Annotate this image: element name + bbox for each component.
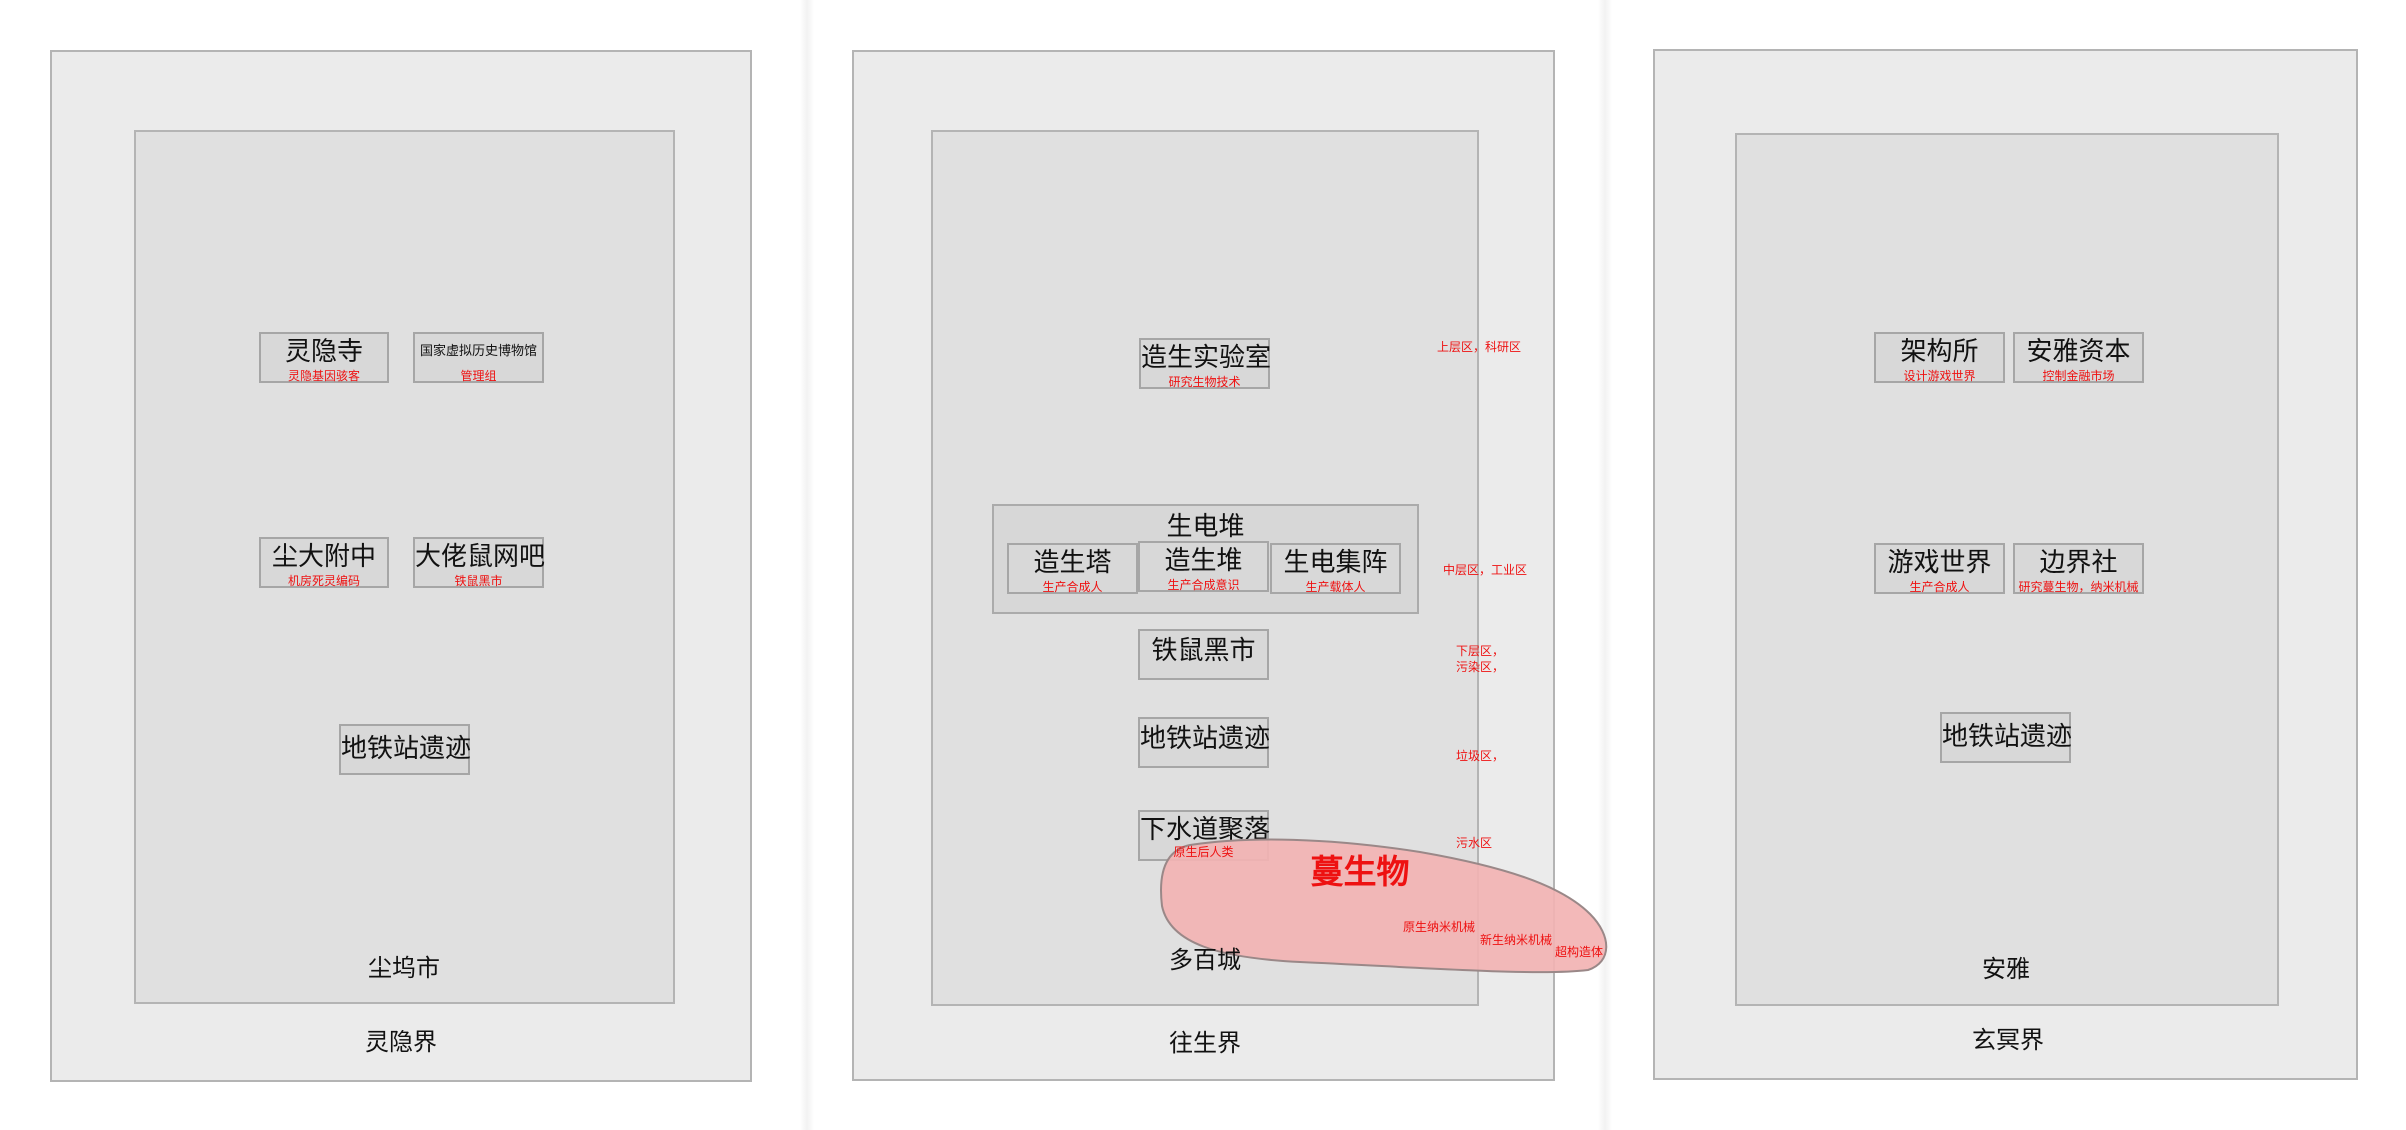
place-name: 安雅资本 — [2026, 337, 2131, 367]
vine-organism-title: 蔓生物 — [1310, 852, 1410, 891]
vine-item: 超构造体 — [1555, 945, 1604, 959]
place-subtitle: 生产合成人 — [1909, 580, 1970, 594]
realm-label: 玄冥界 — [1972, 1026, 2044, 1054]
place-subtitle: 原生后人类 — [1173, 845, 1234, 859]
vine-item: 原生纳米机械 — [1403, 920, 1476, 934]
zone-annotation: 下层区， 污染区， — [1456, 644, 1505, 675]
place-name: 地铁站遗迹 — [1942, 722, 2073, 752]
zone-annotation: 污水区 — [1456, 836, 1493, 850]
city-label: 安雅 — [1982, 955, 2030, 983]
zone-annotation: 中层区，工业区 — [1443, 563, 1528, 577]
zone-annotation: 垃圾区， — [1456, 749, 1505, 763]
place-box-subway-ruins: 地铁站遗迹 — [1940, 712, 2073, 763]
place-name: 架构所 — [1900, 337, 1979, 367]
place-subtitle: 研究蔓生物，纳米机械 — [2018, 580, 2139, 594]
city-panel-anya — [1735, 133, 2279, 1006]
place-box-anya-capital: 安雅资本 控制金融市场 — [2013, 332, 2144, 383]
zone-annotation: 上层区，科研区 — [1437, 340, 1522, 354]
place-box-architecture-institute: 架构所 设计游戏世界 — [1874, 332, 2005, 383]
place-name: 边界社 — [2039, 548, 2118, 578]
place-box-game-world: 游戏世界 生产合成人 — [1874, 543, 2005, 594]
place-box-border-society: 边界社 研究蔓生物，纳米机械 — [2013, 543, 2144, 594]
realm-label: 往生界 — [1169, 1029, 1241, 1057]
place-subtitle: 控制金融市场 — [2042, 369, 2115, 383]
vine-item: 新生纳米机械 — [1480, 933, 1553, 947]
place-subtitle: 设计游戏世界 — [1903, 369, 1976, 383]
city-label: 多百城 — [1169, 946, 1241, 974]
place-name: 游戏世界 — [1887, 548, 1992, 578]
